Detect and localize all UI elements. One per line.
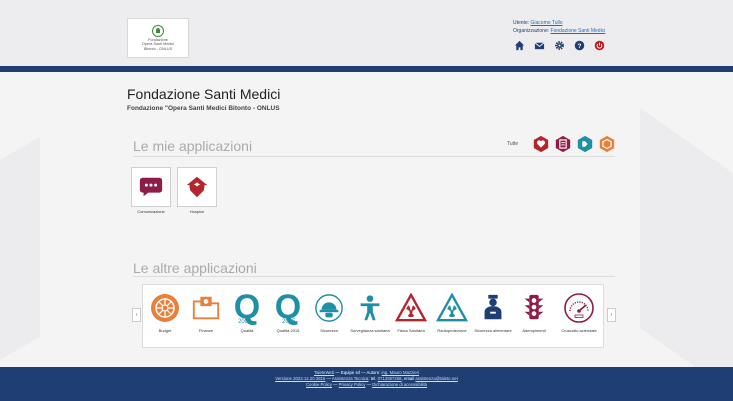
traffic-light-icon xyxy=(516,290,552,326)
carousel-prev-button[interactable]: ‹ xyxy=(132,308,141,322)
radioprotection-icon xyxy=(434,290,470,326)
header-divider-bar xyxy=(0,66,733,72)
app-label: Adempimenti xyxy=(522,328,546,333)
footer-email-link[interactable]: assistenza@talete.net xyxy=(415,376,457,381)
filter-purple-icon[interactable] xyxy=(554,135,572,153)
app-label: Sicurezza xyxy=(320,328,338,333)
background-shape xyxy=(0,136,40,384)
footer-brand-link[interactable]: TaleteWeb xyxy=(314,370,334,375)
footer-text: — Equipe srl — Autore: xyxy=(334,370,382,375)
app-item-adempimenti[interactable]: Adempimenti xyxy=(516,288,552,346)
power-icon[interactable] xyxy=(594,40,605,51)
carousel-next-button[interactable]: › xyxy=(607,308,616,322)
app-label: Qualità xyxy=(240,328,254,333)
app-item-sorveglianza-sanitaria[interactable]: Sorveglianza sanitaria xyxy=(350,288,390,346)
app-label: Budget xyxy=(158,328,172,333)
organization-link[interactable]: Fondazione Santi Medici xyxy=(551,28,606,34)
help-icon[interactable]: ? xyxy=(574,40,585,51)
footer-text: , email xyxy=(401,376,416,382)
app-label: Radioprotezione xyxy=(437,328,467,333)
footer-text: : tel. xyxy=(368,376,378,382)
logo-text-3: Bitonto - ONLUS xyxy=(143,46,173,51)
app-item-sicurezza-alimentare[interactable]: Sicurezza alimentare xyxy=(474,288,512,346)
header-toolbar: ? xyxy=(514,40,605,51)
health-surveillance-icon xyxy=(352,290,388,326)
footer-support-link[interactable]: Assistenza Tecnica xyxy=(332,376,368,381)
app-item-cruscotto-aziendale[interactable]: Cruscotto aziendale xyxy=(561,288,597,346)
safety-helmet-icon xyxy=(311,290,347,326)
footer-version-link[interactable]: Versione 2023.12.20.3815 xyxy=(275,376,325,381)
filter-all-label[interactable]: Tutte xyxy=(507,141,518,147)
home-icon[interactable] xyxy=(514,40,525,51)
my-apps-divider xyxy=(133,156,615,157)
app-label: Cruscotto aziendale xyxy=(561,328,597,333)
page-footer: TaleteWeb — Equipe srl — Autore: ing. Ma… xyxy=(0,367,733,401)
user-name-link[interactable]: Giacomo Tullo xyxy=(531,20,563,26)
app-label: Sicurezza alimentare xyxy=(474,328,512,333)
app-label-comunicazione: Comunicazione xyxy=(137,209,165,214)
radiation-icon xyxy=(393,290,429,326)
app-item-qualita[interactable]: Q 2008 Qualità xyxy=(229,288,265,346)
organization-label: Organizzazione: xyxy=(513,28,550,34)
footer-privacy-link[interactable]: Privacy Policy xyxy=(339,382,366,387)
page-title: Fondazione Santi Medici xyxy=(127,86,281,102)
mail-icon[interactable] xyxy=(534,40,545,51)
finance-icon xyxy=(188,290,224,326)
app-item-fisica-sanitaria[interactable]: Fisica Sanitaria xyxy=(393,288,429,346)
footer-phone-link[interactable]: 0712867258 xyxy=(378,376,402,381)
footer-line-3: Cookie Policy — Privacy Policy — Dichiar… xyxy=(0,382,733,388)
my-apps-title: Le mie applicazioni xyxy=(133,138,253,154)
food-safety-icon xyxy=(475,290,511,326)
app-label: Finanze xyxy=(198,328,214,333)
category-filters xyxy=(532,135,616,153)
footer-author-link[interactable]: ing. Mauro Mazzieri xyxy=(382,370,420,375)
chat-icon xyxy=(139,177,163,197)
app-tile-hospice[interactable] xyxy=(177,167,217,207)
filter-teal-icon[interactable] xyxy=(576,135,594,153)
gear-icon[interactable] xyxy=(554,40,565,51)
quality-year: 2008 xyxy=(238,319,252,325)
other-apps-divider xyxy=(133,276,615,277)
budget-icon xyxy=(147,290,183,326)
quality-year: 2015 xyxy=(282,319,296,325)
background-shape xyxy=(640,107,733,401)
other-apps-carousel: Budget Finanze Q 2008 Qualità Q 2015 Qua… xyxy=(142,284,604,348)
footer-text: — xyxy=(331,382,339,388)
logo-emblem-icon xyxy=(152,24,164,37)
top-header: Fondazione Opera Santi Medici Bitonto - … xyxy=(0,0,733,66)
app-label: Sorveglianza sanitaria xyxy=(350,328,390,333)
app-item-budget[interactable]: Budget xyxy=(147,288,183,346)
footer-accessibility-link[interactable]: Dichiarazione di accessibilità xyxy=(372,382,427,387)
app-label: Qualità 2015 xyxy=(276,328,300,333)
dashboard-gauge-icon xyxy=(561,290,597,326)
filter-orange-icon[interactable] xyxy=(598,135,616,153)
hospice-icon xyxy=(186,176,208,198)
svg-text:?: ? xyxy=(578,43,582,50)
user-label: Utente: xyxy=(513,20,530,26)
user-info: Utente: Giacomo Tullo Organizzazione: Fo… xyxy=(513,19,605,35)
page-subtitle: Fondazione "Opera Santi Medici Bitonto -… xyxy=(127,105,280,112)
app-label-hospice: Hospice xyxy=(189,209,205,214)
organization-logo[interactable]: Fondazione Opera Santi Medici Bitonto - … xyxy=(127,18,189,58)
other-apps-title: Le altre applicazioni xyxy=(133,260,257,276)
app-item-finanze[interactable]: Finanze xyxy=(188,288,224,346)
filter-red-icon[interactable] xyxy=(532,135,550,153)
footer-cookie-link[interactable]: Cookie Policy xyxy=(306,382,332,387)
app-item-radioprotezione[interactable]: Radioprotezione xyxy=(434,288,470,346)
app-item-qualita-2015[interactable]: Q 2015 Qualità 2015 xyxy=(270,288,306,346)
app-label: Fisica Sanitaria xyxy=(397,328,425,333)
app-item-sicurezza[interactable]: Sicurezza xyxy=(311,288,347,346)
app-tile-comunicazione[interactable] xyxy=(131,167,171,207)
